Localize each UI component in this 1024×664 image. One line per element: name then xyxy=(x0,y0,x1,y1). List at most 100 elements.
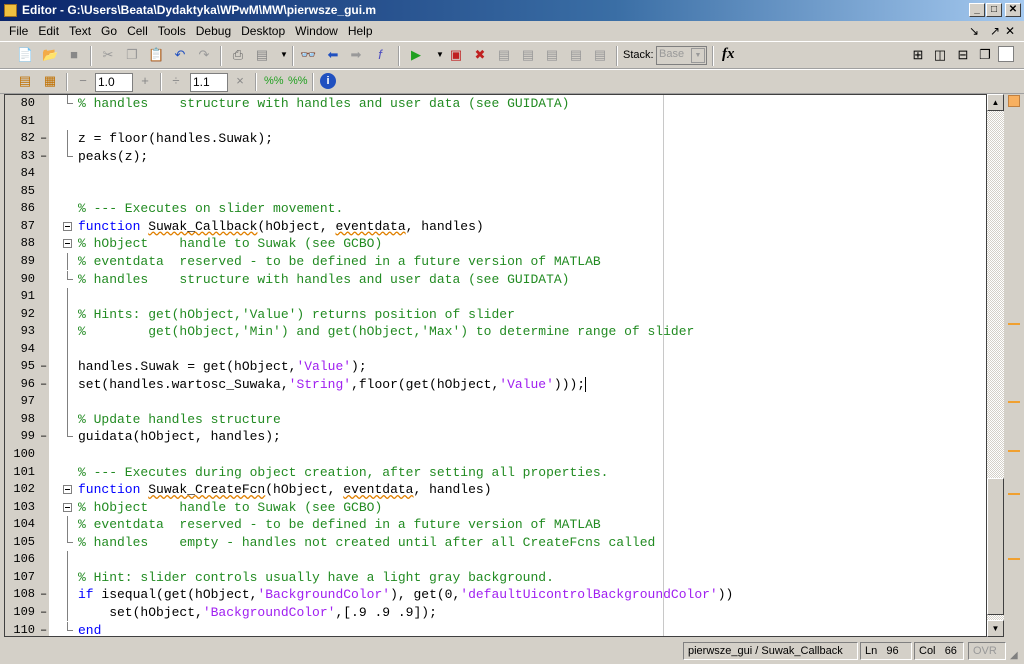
cell-mode-icon[interactable]: ▦ xyxy=(42,73,58,89)
warning-marker[interactable] xyxy=(1008,401,1020,403)
undock-icon[interactable]: ↘ xyxy=(969,24,979,38)
open-folder-icon[interactable]: 📂 xyxy=(42,47,58,63)
breakpoint-slot[interactable]: – xyxy=(40,376,47,394)
code-line[interactable]: 88 % hObject handle to Suwak (see GCBO) xyxy=(5,235,986,253)
multiply-button[interactable]: × xyxy=(232,73,248,89)
clear-breakpoints-icon[interactable]: ✖ xyxy=(472,47,488,63)
code-line[interactable]: 82– z = floor(handles.Suwak); xyxy=(5,130,986,148)
breakpoint-slot[interactable]: – xyxy=(40,428,47,446)
code-line[interactable]: 81 xyxy=(5,113,986,131)
code-line[interactable]: 97 xyxy=(5,393,986,411)
code-line[interactable]: 110– end xyxy=(5,621,986,637)
info-icon[interactable]: i xyxy=(320,73,336,89)
code-line[interactable]: 103 % hObject handle to Suwak (see GCBO) xyxy=(5,499,986,517)
code-line[interactable]: 107 % Hint: slider controls usually have … xyxy=(5,568,986,587)
split-vertical-icon[interactable]: ◫ xyxy=(932,47,948,63)
factor-value-input[interactable]: 1.1 xyxy=(190,73,228,92)
code-line[interactable]: 84 xyxy=(5,165,986,183)
warning-marker[interactable] xyxy=(1008,323,1020,325)
code-line[interactable]: 105 % handles empty - handles not created… xyxy=(5,533,986,552)
undo-icon[interactable]: ↶ xyxy=(172,47,188,63)
run-icon[interactable]: ▶ xyxy=(408,47,424,63)
cut-icon[interactable]: ✂ xyxy=(100,47,116,63)
code-line[interactable]: 94 xyxy=(5,340,986,359)
print-icon[interactable]: ⎙ xyxy=(230,47,246,63)
find-binoculars-icon[interactable]: 👓 xyxy=(300,47,316,63)
vertical-scrollbar[interactable]: ▲ ▼ xyxy=(987,94,1004,637)
code-line[interactable]: 87 function Suwak_Callback(hObject, event… xyxy=(5,218,986,236)
new-file-icon[interactable]: 📄 xyxy=(17,47,33,63)
scroll-down-icon[interactable]: ▼ xyxy=(987,620,1004,637)
breakpoint-slot[interactable]: – xyxy=(40,586,47,604)
breakpoint-slot[interactable]: – xyxy=(40,148,47,166)
chevron-down-icon[interactable]: ▼ xyxy=(691,48,705,63)
code-line[interactable]: 109– set(hObject,'BackgroundColor',[.9 .… xyxy=(5,603,986,622)
warning-marker[interactable] xyxy=(1008,558,1020,560)
show-cell-titles-icon[interactable]: %% xyxy=(264,73,284,89)
code-line[interactable]: 80 % handles structure with handles and u… xyxy=(5,95,986,113)
step-out-icon[interactable]: ▤ xyxy=(544,47,560,63)
save-icon[interactable]: ■ xyxy=(66,47,82,63)
dock-icon[interactable]: ↗ xyxy=(990,24,1000,38)
paste-icon[interactable]: 📋 xyxy=(148,47,164,63)
code-line[interactable]: 95– handles.Suwak = get(hObject,'Value'); xyxy=(5,358,986,376)
set-breakpoint-icon[interactable]: ▣ xyxy=(448,47,464,63)
code-line[interactable]: 102 function Suwak_CreateFcn(hObject, eve… xyxy=(5,481,986,499)
breakpoint-slot[interactable]: – xyxy=(40,130,47,148)
exit-debug-icon[interactable]: ▤ xyxy=(592,47,608,63)
menu-window[interactable]: Window xyxy=(290,24,343,41)
insert-cell-icon[interactable]: ▤ xyxy=(17,73,33,89)
menu-text[interactable]: Text xyxy=(64,24,96,41)
resize-grip-icon[interactable]: ◢ xyxy=(1010,650,1018,661)
fold-toggle-icon[interactable] xyxy=(63,239,72,249)
code-line[interactable]: 106 xyxy=(5,551,986,569)
menu-debug[interactable]: Debug xyxy=(191,24,236,41)
scroll-thumb[interactable] xyxy=(987,478,1004,615)
cell-options-icon[interactable]: %% xyxy=(288,73,308,89)
code-line[interactable]: 86 % --- Executes on slider movement. xyxy=(5,200,986,218)
code-line[interactable]: 101 % --- Executes during object creation… xyxy=(5,464,986,482)
code-line[interactable]: 108– if isequal(get(hObject,'BackgroundCo… xyxy=(5,586,986,604)
forward-arrow-icon[interactable]: ➡ xyxy=(348,47,364,63)
function-browser-icon[interactable]: f xyxy=(372,47,388,63)
close-document-icon[interactable]: ✕ xyxy=(1005,24,1015,38)
code-editor[interactable]: 80 % handles structure with handles and u… xyxy=(4,94,987,637)
maximize-button[interactable]: □ xyxy=(986,3,1002,17)
code-line[interactable]: 100 xyxy=(5,446,986,464)
menu-tools[interactable]: Tools xyxy=(153,24,191,41)
increment-button[interactable]: + xyxy=(137,73,153,89)
menu-cell[interactable]: Cell xyxy=(122,24,153,41)
code-line[interactable]: 83– peaks(z); xyxy=(5,147,986,166)
stack-select[interactable]: Base ▼ xyxy=(656,46,707,65)
warning-marker[interactable] xyxy=(1008,493,1020,495)
code-line[interactable]: 90 % handles structure with handles and u… xyxy=(5,270,986,289)
redo-icon[interactable]: ↷ xyxy=(196,47,212,63)
code-line[interactable]: 93 % get(hObject,'Min') and get(hObject,'… xyxy=(5,323,986,341)
copy-icon[interactable]: ❐ xyxy=(124,47,140,63)
code-line[interactable]: 91 xyxy=(5,288,986,306)
warning-status-indicator[interactable] xyxy=(1008,95,1020,107)
publish-icon[interactable]: ▤ xyxy=(254,47,270,63)
menu-file[interactable]: File xyxy=(4,24,33,41)
breakpoint-slot[interactable]: – xyxy=(40,622,47,637)
split-horizontal-icon[interactable]: ⊟ xyxy=(955,47,971,63)
code-line[interactable]: 89 % eventdata reserved - to be defined i… xyxy=(5,252,986,271)
step-in-icon[interactable]: ▤ xyxy=(520,47,536,63)
tile-grid-icon[interactable]: ⊞ xyxy=(910,47,926,63)
menu-edit[interactable]: Edit xyxy=(33,24,64,41)
code-line[interactable]: 104 % eventdata reserved - to be defined … xyxy=(5,516,986,534)
close-button[interactable]: ✕ xyxy=(1005,3,1021,17)
minimize-button[interactable]: _ xyxy=(969,3,985,17)
menu-desktop[interactable]: Desktop xyxy=(236,24,290,41)
decrement-button[interactable]: − xyxy=(75,73,91,89)
menu-help[interactable]: Help xyxy=(343,24,378,41)
fold-toggle-icon[interactable] xyxy=(63,221,72,231)
code-line[interactable]: 85 xyxy=(5,183,986,201)
fx-icon[interactable]: fx xyxy=(722,46,735,63)
back-arrow-icon[interactable]: ⬅ xyxy=(325,47,341,63)
code-line[interactable]: 99– guidata(hObject, handles); xyxy=(5,428,986,446)
divide-button[interactable]: ÷ xyxy=(168,73,184,89)
breakpoint-slot[interactable]: – xyxy=(40,358,47,376)
scroll-up-icon[interactable]: ▲ xyxy=(987,94,1004,111)
fold-toggle-icon[interactable] xyxy=(63,485,72,495)
